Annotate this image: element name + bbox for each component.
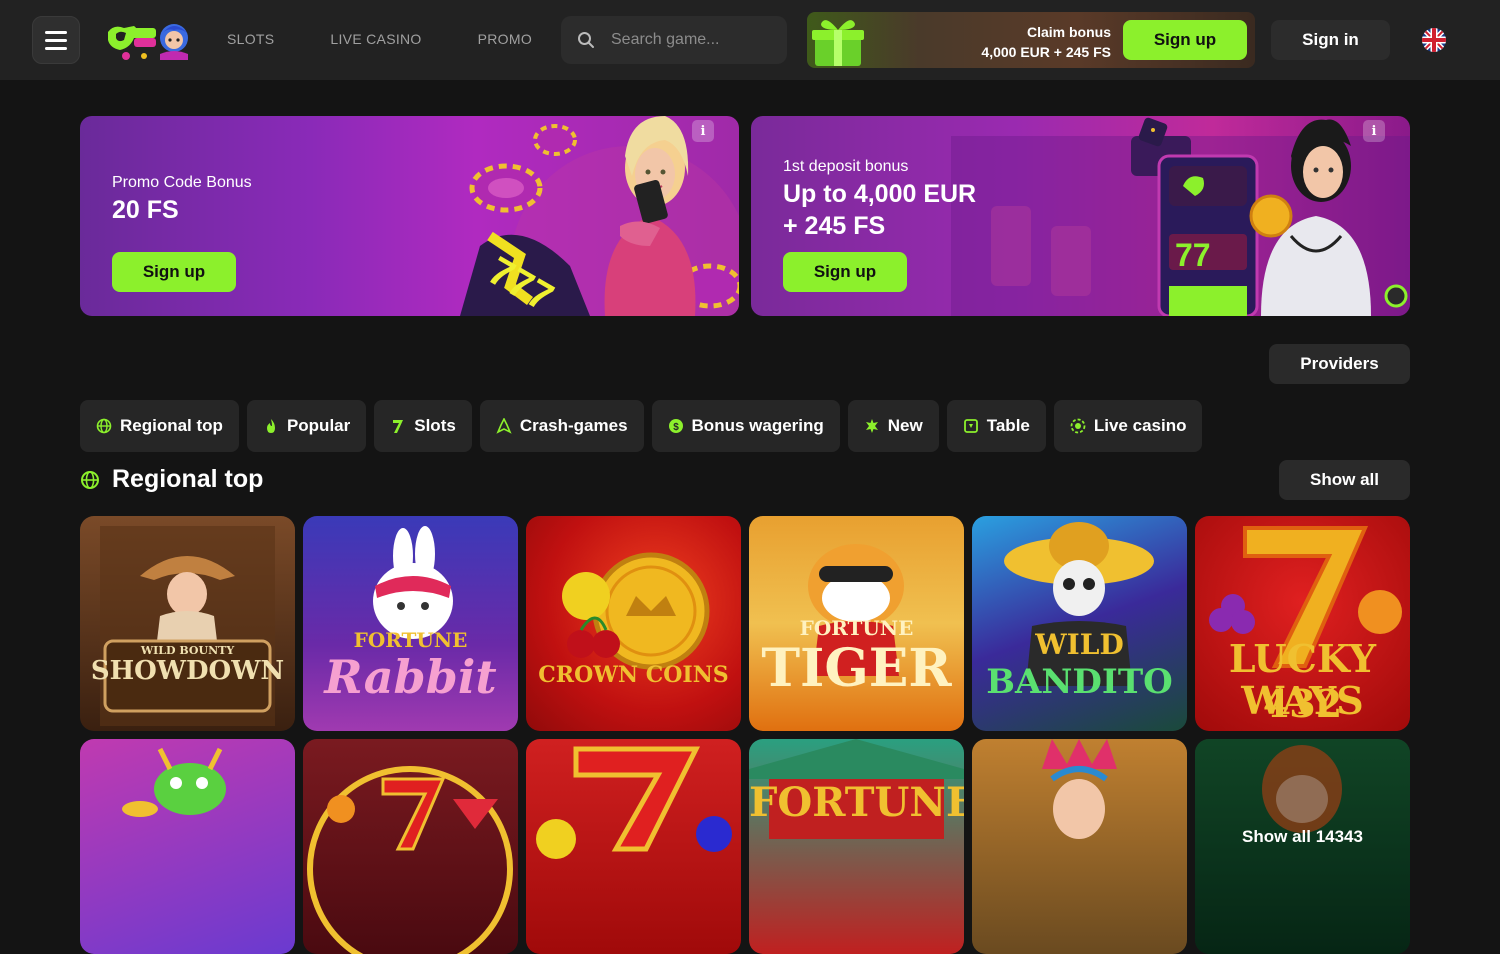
game-tile[interactable] <box>526 739 741 954</box>
category-tabs: Regional top Popular Slots Crash-games $… <box>80 400 1203 452</box>
tab-label: Popular <box>286 416 351 435</box>
tab-label: New <box>887 416 923 435</box>
gift-icon <box>812 20 864 66</box>
tab-label: Live casino <box>1093 416 1187 435</box>
game-tile-wild-bounty-showdown[interactable]: WILD BOUNTY SHOWDOWN <box>80 516 295 731</box>
promo-girl-illustration: 777 <box>460 116 739 316</box>
chip-icon <box>1070 418 1086 434</box>
tab-live-casino[interactable]: Live casino <box>1053 400 1203 452</box>
game-tile-lucky-432-ways[interactable]: LUCKY 432 WAYS <box>1195 516 1410 731</box>
svg-text:77: 77 <box>1175 237 1211 273</box>
signin-button[interactable]: Sign in <box>1271 20 1390 60</box>
game-art <box>749 739 964 839</box>
claim-line1: Claim bonus <box>1026 24 1111 40</box>
site-logo[interactable] <box>104 18 192 64</box>
search-box[interactable] <box>561 16 787 64</box>
banner1-signup-button[interactable]: Sign up <box>112 252 236 292</box>
svg-text:$: $ <box>673 422 679 433</box>
globe-icon <box>81 471 99 489</box>
show-all-count: Show all 14343 <box>1242 827 1363 846</box>
casino-girl-illustration: 77 <box>951 117 1410 316</box>
game-art <box>100 526 275 726</box>
dollar-coin-icon: $ <box>668 419 683 433</box>
game-title-top: WILD <box>1035 628 1124 661</box>
tab-slots[interactable]: Slots <box>374 400 472 452</box>
game-tile-wild-bandito[interactable]: WILD BANDITO <box>972 516 1187 731</box>
search-icon <box>578 32 594 48</box>
game-title-top: FORTUNE <box>353 628 468 652</box>
game-art <box>562 552 710 670</box>
flame-icon <box>266 419 275 433</box>
claim-bonus-banner: Claim bonus 4,000 EUR + 245 FS Sign up <box>807 12 1255 68</box>
search-input[interactable] <box>611 31 771 49</box>
nav-promo[interactable]: PROMO <box>478 31 532 47</box>
banner1-subtitle: Promo Code Bonus <box>112 174 252 191</box>
game-tile-crown-coins[interactable]: CROWN COINS <box>526 516 741 731</box>
claim-bonus-text: Claim bonus 4,000 EUR + 245 FS <box>981 22 1111 62</box>
game-title: BANDITO <box>986 662 1173 702</box>
rocket-icon <box>496 418 512 434</box>
show-all-button[interactable]: Show all <box>1279 460 1410 500</box>
seven-icon <box>393 420 404 433</box>
game-title-top: FORTUNE <box>799 616 914 640</box>
top-header: SLOTS LIVE CASINO PROMO Claim bonus 4,00… <box>0 0 1500 80</box>
banner1-title: 20 FS <box>112 196 179 224</box>
game-title: SHOWDOWN <box>90 656 285 686</box>
game-tile-fortune-rabbit[interactable]: FORTUNE Rabbit <box>303 516 518 731</box>
game-tile-fortune[interactable]: FORTUNE <box>749 739 964 954</box>
first-deposit-banner[interactable]: 77 i 1st deposit bonus Up to 4,000 EUR +… <box>751 116 1410 316</box>
nav-slots[interactable]: SLOTS <box>227 31 274 47</box>
game-tile-fortune-tiger[interactable]: FORTUNE TIGER <box>749 516 964 731</box>
game-art <box>307 766 513 954</box>
info-icon[interactable]: i <box>692 120 714 142</box>
game-title: CROWN COINS <box>538 662 729 688</box>
uk-flag-icon[interactable] <box>1422 28 1446 52</box>
banner2-title-line1: Up to 4,000 EUR <box>783 180 977 208</box>
section-title: Regional top <box>112 465 264 493</box>
game-tile[interactable] <box>972 739 1187 954</box>
banner2-signup-button[interactable]: Sign up <box>783 252 907 292</box>
claim-line2: 4,000 EUR + 245 FS <box>981 44 1111 60</box>
game-art <box>1042 739 1117 839</box>
menu-button[interactable] <box>32 16 80 64</box>
providers-button[interactable]: Providers <box>1269 344 1410 384</box>
show-all-games-tile[interactable]: Show all 14343 <box>1195 739 1410 954</box>
tab-label: Table <box>986 416 1030 435</box>
game-art <box>536 746 732 859</box>
banner2-subtitle: 1st deposit bonus <box>783 158 909 175</box>
game-art <box>122 747 226 817</box>
promo-banner-20fs[interactable]: 777 i Promo Code Bonus 20 FS Sign up <box>80 116 739 316</box>
tab-label: Crash-games <box>519 416 628 435</box>
cards-icon <box>963 419 978 433</box>
game-title: TIGER <box>761 638 952 699</box>
tab-label: Bonus wagering <box>691 416 824 435</box>
banner2-title-line2: + 245 FS <box>783 212 886 240</box>
tab-bonus-wagering[interactable]: $ Bonus wagering <box>651 400 840 452</box>
sparkle-icon <box>865 419 878 433</box>
tab-popular[interactable]: Popular <box>246 400 367 452</box>
main-nav: SLOTS LIVE CASINO PROMO <box>227 31 532 47</box>
globe-icon <box>96 418 112 434</box>
tab-new[interactable]: New <box>847 400 939 452</box>
game-tile[interactable] <box>303 739 518 954</box>
game-title: Rabbit <box>324 650 497 704</box>
nav-live-casino[interactable]: LIVE CASINO <box>330 31 421 47</box>
game-title: FORTUNE <box>749 779 964 826</box>
tab-table[interactable]: Table <box>946 400 1046 452</box>
menu-line <box>45 46 67 50</box>
menu-line <box>45 38 67 42</box>
menu-line <box>45 30 67 34</box>
tab-label: Regional top <box>120 416 223 435</box>
tab-regional-top[interactable]: Regional top <box>80 400 239 452</box>
info-icon[interactable]: i <box>1363 120 1385 142</box>
tab-label: Slots <box>414 416 456 435</box>
tab-crash-games[interactable]: Crash-games <box>479 400 644 452</box>
header-signup-button[interactable]: Sign up <box>1123 20 1247 60</box>
game-tile[interactable] <box>80 739 295 954</box>
game-title: WAYS <box>1241 678 1364 723</box>
